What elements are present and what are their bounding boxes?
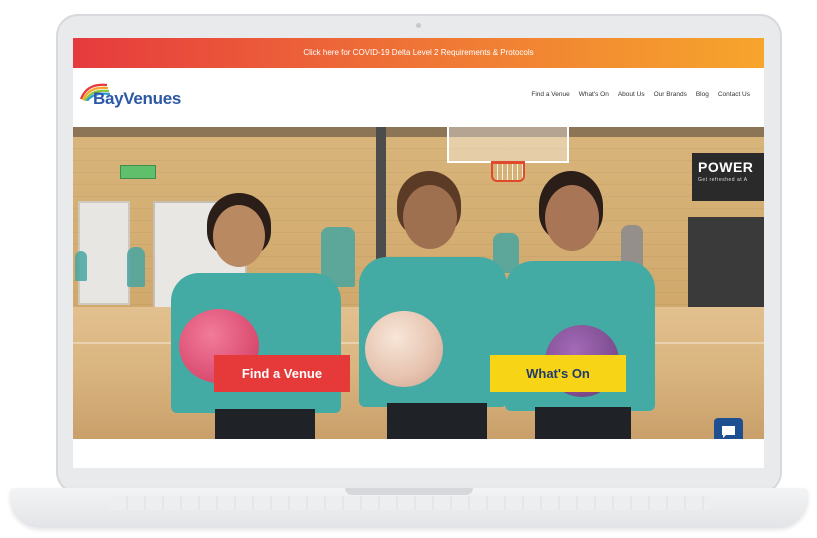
child-face xyxy=(213,205,265,267)
browser-screen: Click here for COVID-19 Delta Level 2 Re… xyxy=(73,38,764,468)
child-skirt xyxy=(535,407,631,439)
exit-sign xyxy=(120,165,156,179)
ceiling-beam xyxy=(73,127,764,137)
nav-contact-us[interactable]: Contact Us xyxy=(718,91,750,98)
child-middle xyxy=(355,171,511,439)
nav-about-us[interactable]: About Us xyxy=(618,91,645,98)
laptop-hinge xyxy=(345,488,473,495)
power-sign: POWER Get refreshed at A xyxy=(692,153,764,201)
child-left xyxy=(165,191,341,439)
background-child xyxy=(75,251,87,281)
site-header: BayVenues Find a Venue What's On About U… xyxy=(73,68,764,127)
child-skirt xyxy=(387,403,487,439)
basketball-backboard xyxy=(447,127,569,163)
power-sign-subtext: Get refreshed at A xyxy=(698,177,748,183)
site-logo[interactable]: BayVenues xyxy=(79,81,209,115)
nav-blog[interactable]: Blog xyxy=(696,91,709,98)
find-a-venue-button[interactable]: Find a Venue xyxy=(214,355,350,392)
nav-whats-on[interactable]: What's On xyxy=(579,91,609,98)
keyboard xyxy=(110,496,710,510)
camera-dot xyxy=(416,23,421,28)
main-nav: Find a Venue What's On About Us Our Bran… xyxy=(531,91,750,98)
logo-text: BayVenues xyxy=(93,89,182,108)
child-face xyxy=(545,185,599,251)
chat-button[interactable] xyxy=(714,418,743,439)
child-right xyxy=(505,171,655,439)
background-child xyxy=(127,247,145,287)
covid-banner-link[interactable]: Click here for COVID-19 Delta Level 2 Re… xyxy=(73,38,764,68)
chat-icon xyxy=(722,426,735,438)
netball xyxy=(365,311,443,387)
power-sign-text: POWER xyxy=(698,159,754,175)
nav-our-brands[interactable]: Our Brands xyxy=(654,91,687,98)
nav-find-a-venue[interactable]: Find a Venue xyxy=(531,91,569,98)
hero-image: POWER Get refreshed at A Find a Venue Wh… xyxy=(73,127,764,439)
wall-panel xyxy=(688,217,764,309)
child-face xyxy=(403,185,457,249)
whats-on-button[interactable]: What's On xyxy=(490,355,626,392)
child-skirt xyxy=(215,409,315,439)
